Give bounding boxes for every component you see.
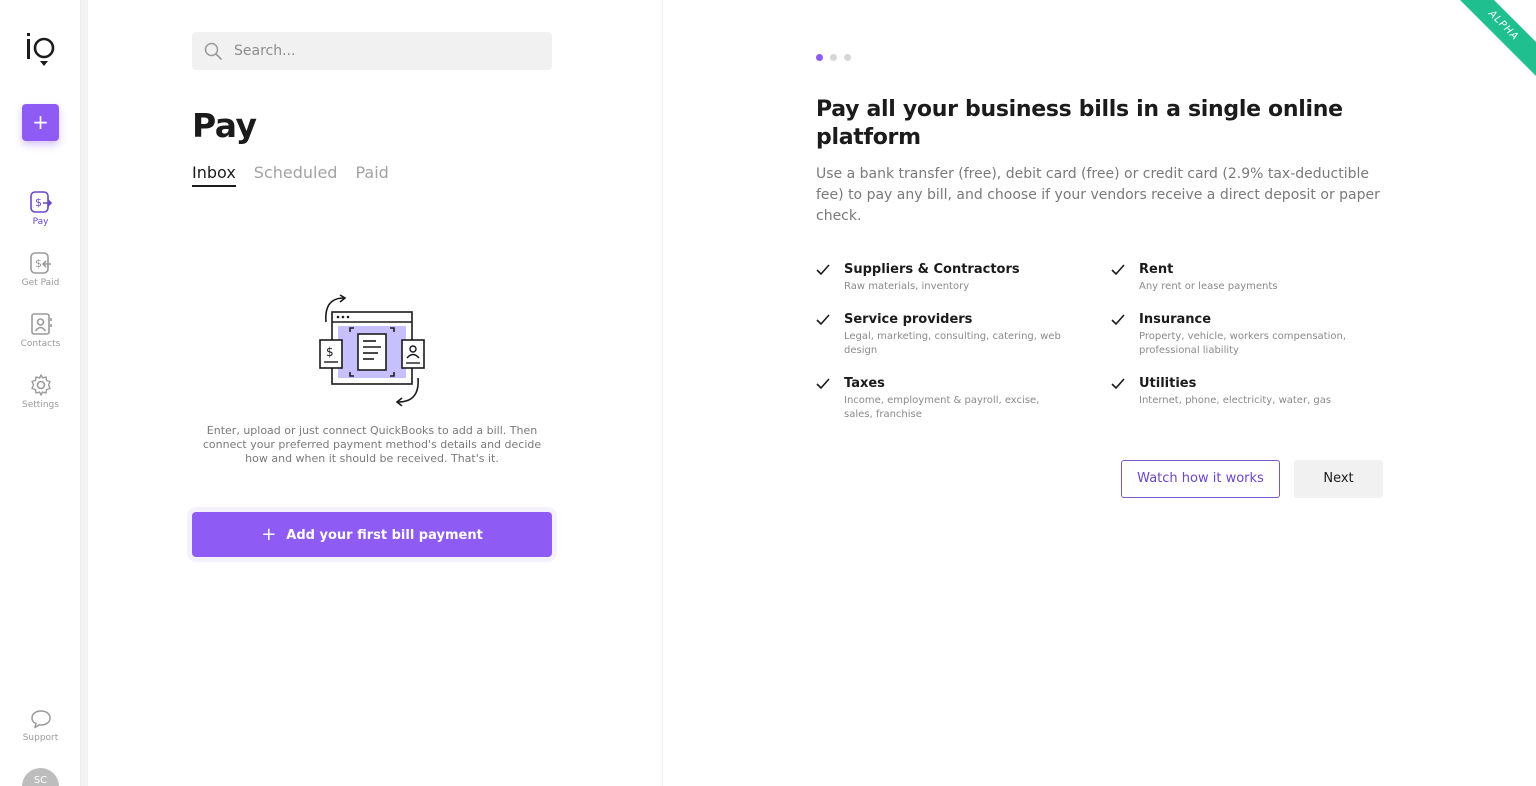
avatar[interactable]: SC [22,768,59,786]
sidebar-item-label: Support [22,733,59,743]
get-paid-icon: $ [29,252,51,274]
pay-icon: $ [29,191,52,213]
feature-item: Suppliers & Contractors Raw materials, i… [816,262,1066,294]
tab-scheduled[interactable]: Scheduled [254,163,338,187]
feature-title: Insurance [1139,312,1212,327]
feature-item: Rent Any rent or lease payments [1111,262,1361,294]
sidebar-item-get-paid[interactable]: $ Get Paid [0,251,81,288]
promo-description: Use a bank transfer (free), debit card (… [816,166,1380,224]
svg-text:$: $ [326,345,334,359]
sidebar-item-settings[interactable]: Settings [0,373,81,410]
check-icon [816,378,830,390]
check-icon [816,314,830,326]
chat-bubble-icon [30,710,51,729]
feature-item: Taxes Income, employment & payroll, exci… [816,376,1066,422]
logo[interactable] [24,30,58,68]
sidebar-item-label: Get Paid [21,278,60,288]
search-icon [204,42,223,61]
feature-description: Any rent or lease payments [1139,281,1278,292]
add-bill-label: Add your first bill payment [286,528,483,543]
new-item-button[interactable]: + [22,104,59,141]
svg-text:$: $ [35,257,42,270]
search-input[interactable] [234,32,534,70]
svg-text:$: $ [35,196,42,209]
check-icon [816,264,830,276]
tab-paid[interactable]: Paid [355,163,388,187]
check-icon [1111,264,1125,276]
feature-title: Taxes [844,376,885,391]
alpha-ribbon: ALPHA [1436,0,1536,100]
tab-bar: Inbox Scheduled Paid [192,163,389,187]
feature-title: Rent [1139,262,1174,277]
feature-description: Internet, phone, electricity, water, gas [1139,395,1332,406]
feature-item: Insurance Property, vehicle, workers com… [1111,312,1361,358]
carousel-dots [816,54,851,61]
feature-description: Income, employment & payroll, excise, sa… [844,395,1040,420]
watch-how-it-works-button[interactable]: Watch how it works [1121,460,1280,498]
sidebar-item-pay[interactable]: $ Pay [0,190,81,227]
feature-item: Service providers Legal, marketing, cons… [816,312,1066,358]
carousel-dot[interactable] [830,54,837,61]
sidebar-item-label: Pay [32,217,49,227]
next-button[interactable]: Next [1294,460,1383,498]
contacts-icon [30,313,52,335]
sidebar-item-label: Settings [22,400,59,410]
feature-description: Raw materials, inventory [844,281,970,292]
feature-item: Utilities Internet, phone, electricity, … [1111,376,1361,408]
sidebar-edge [81,0,88,786]
sidebar-item-support[interactable]: Support [0,708,81,743]
sidebar-item-label: Contacts [20,339,61,349]
bill-illustration: $ [319,294,425,406]
feature-description: Property, vehicle, workers compensation,… [1139,331,1347,356]
sidebar-item-contacts[interactable]: Contacts [0,312,81,349]
check-icon [1111,314,1125,326]
promo-title: Pay all your business bills in a single … [816,97,1343,150]
plus-icon: + [261,524,277,545]
feature-title: Service providers [844,312,973,327]
page-title: Pay [192,106,257,145]
feature-title: Utilities [1139,376,1197,391]
panel-divider [662,0,663,786]
empty-state-text: Enter, upload or just connect QuickBooks… [202,424,542,465]
alpha-ribbon-label: ALPHA [1441,0,1536,88]
feature-title: Suppliers & Contractors [844,262,1020,277]
sidebar: + $ Pay $ Get Paid Contacts Settings Sup… [0,0,81,786]
carousel-dot[interactable] [816,54,823,61]
search-bar[interactable] [192,32,552,70]
gear-icon [30,374,51,396]
check-icon [1111,378,1125,390]
add-bill-button[interactable]: + Add your first bill payment [192,512,552,557]
carousel-dot[interactable] [844,54,851,61]
tab-inbox[interactable]: Inbox [192,163,236,187]
feature-description: Legal, marketing, consulting, catering, … [844,331,1061,356]
